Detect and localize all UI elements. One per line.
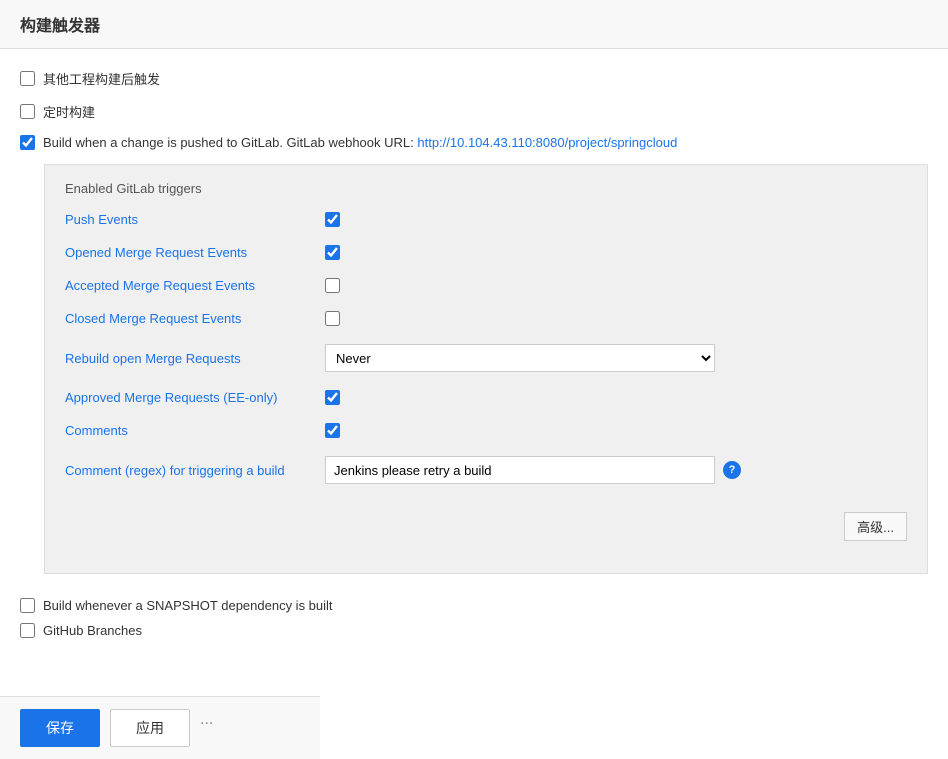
push-events-control <box>325 212 340 227</box>
gitlab-build-text: Build when a change is pushed to GitLab.… <box>43 135 417 150</box>
trigger-row-accepted-mr: Accepted Merge Request Events <box>65 278 907 293</box>
opened-mr-checkbox[interactable] <box>325 245 340 260</box>
accepted-mr-control <box>325 278 340 293</box>
github-branches-checkbox[interactable] <box>20 623 35 638</box>
trigger-row-rebuild-mr: Rebuild open Merge Requests Never On pus… <box>65 344 907 372</box>
footer-buttons: 保存 应用 ... <box>0 696 320 759</box>
comment-regex-label: Comment (regex) for triggering a build <box>65 463 325 478</box>
section-title: 构建触发器 <box>20 18 100 35</box>
timed-build-label: 定时构建 <box>43 102 95 121</box>
comment-regex-input[interactable] <box>325 456 715 484</box>
gitlab-triggers-section: Enabled GitLab triggers Push Events Open… <box>44 164 928 574</box>
advanced-row: 高级... <box>65 502 907 557</box>
triggers-title: Enabled GitLab triggers <box>65 181 907 196</box>
ellipsis: ... <box>200 709 213 747</box>
trigger-row-opened-mr: Opened Merge Request Events <box>65 245 907 260</box>
snapshot-checkbox[interactable] <box>20 598 35 613</box>
opened-mr-label: Opened Merge Request Events <box>65 245 325 260</box>
apply-button[interactable]: 应用 <box>110 709 190 747</box>
page-container: 构建触发器 其他工程构建后触发 定时构建 Build when a change… <box>0 0 948 759</box>
comments-control <box>325 423 340 438</box>
opened-mr-control <box>325 245 340 260</box>
other-project-row: 其他工程构建后触发 <box>20 69 928 88</box>
other-project-label: 其他工程构建后触发 <box>43 69 160 88</box>
section-header: 构建触发器 <box>0 0 948 49</box>
gitlab-build-label: Build when a change is pushed to GitLab.… <box>43 135 677 150</box>
trigger-row-closed-mr: Closed Merge Request Events <box>65 311 907 326</box>
approved-mr-label: Approved Merge Requests (EE-only) <box>65 390 325 405</box>
gitlab-build-row: Build when a change is pushed to GitLab.… <box>20 135 928 150</box>
help-icon[interactable]: ? <box>723 461 741 479</box>
approved-mr-control <box>325 390 340 405</box>
trigger-row-comment-regex: Comment (regex) for triggering a build ? <box>65 456 907 484</box>
approved-mr-checkbox[interactable] <box>325 390 340 405</box>
accepted-mr-label: Accepted Merge Request Events <box>65 278 325 293</box>
bottom-section: Build whenever a SNAPSHOT dependency is … <box>0 588 948 658</box>
comments-label: Comments <box>65 423 325 438</box>
closed-mr-control <box>325 311 340 326</box>
comment-regex-control: ? <box>325 456 741 484</box>
trigger-row-push-events: Push Events <box>65 212 907 227</box>
other-project-checkbox[interactable] <box>20 71 35 86</box>
timed-build-row: 定时构建 <box>20 102 928 121</box>
closed-mr-checkbox[interactable] <box>325 311 340 326</box>
github-branches-row: GitHub Branches <box>20 623 928 638</box>
trigger-row-approved-mr: Approved Merge Requests (EE-only) <box>65 390 907 405</box>
gitlab-build-checkbox[interactable] <box>20 135 35 150</box>
save-button[interactable]: 保存 <box>20 709 100 747</box>
rebuild-mr-label: Rebuild open Merge Requests <box>65 351 325 366</box>
content-area: 其他工程构建后触发 定时构建 Build when a change is pu… <box>0 49 948 574</box>
gitlab-webhook-url[interactable]: http://10.104.43.110:8080/project/spring… <box>417 135 677 150</box>
rebuild-mr-select[interactable]: Never On push to source branch On push t… <box>325 344 715 372</box>
snapshot-label: Build whenever a SNAPSHOT dependency is … <box>43 598 333 613</box>
advanced-button[interactable]: 高级... <box>844 512 907 541</box>
github-branches-label: GitHub Branches <box>43 623 142 638</box>
rebuild-mr-control: Never On push to source branch On push t… <box>325 344 715 372</box>
push-events-checkbox[interactable] <box>325 212 340 227</box>
timed-build-checkbox[interactable] <box>20 104 35 119</box>
push-events-label: Push Events <box>65 212 325 227</box>
snapshot-row: Build whenever a SNAPSHOT dependency is … <box>20 598 928 613</box>
trigger-row-comments: Comments <box>65 423 907 438</box>
comments-checkbox[interactable] <box>325 423 340 438</box>
closed-mr-label: Closed Merge Request Events <box>65 311 325 326</box>
accepted-mr-checkbox[interactable] <box>325 278 340 293</box>
